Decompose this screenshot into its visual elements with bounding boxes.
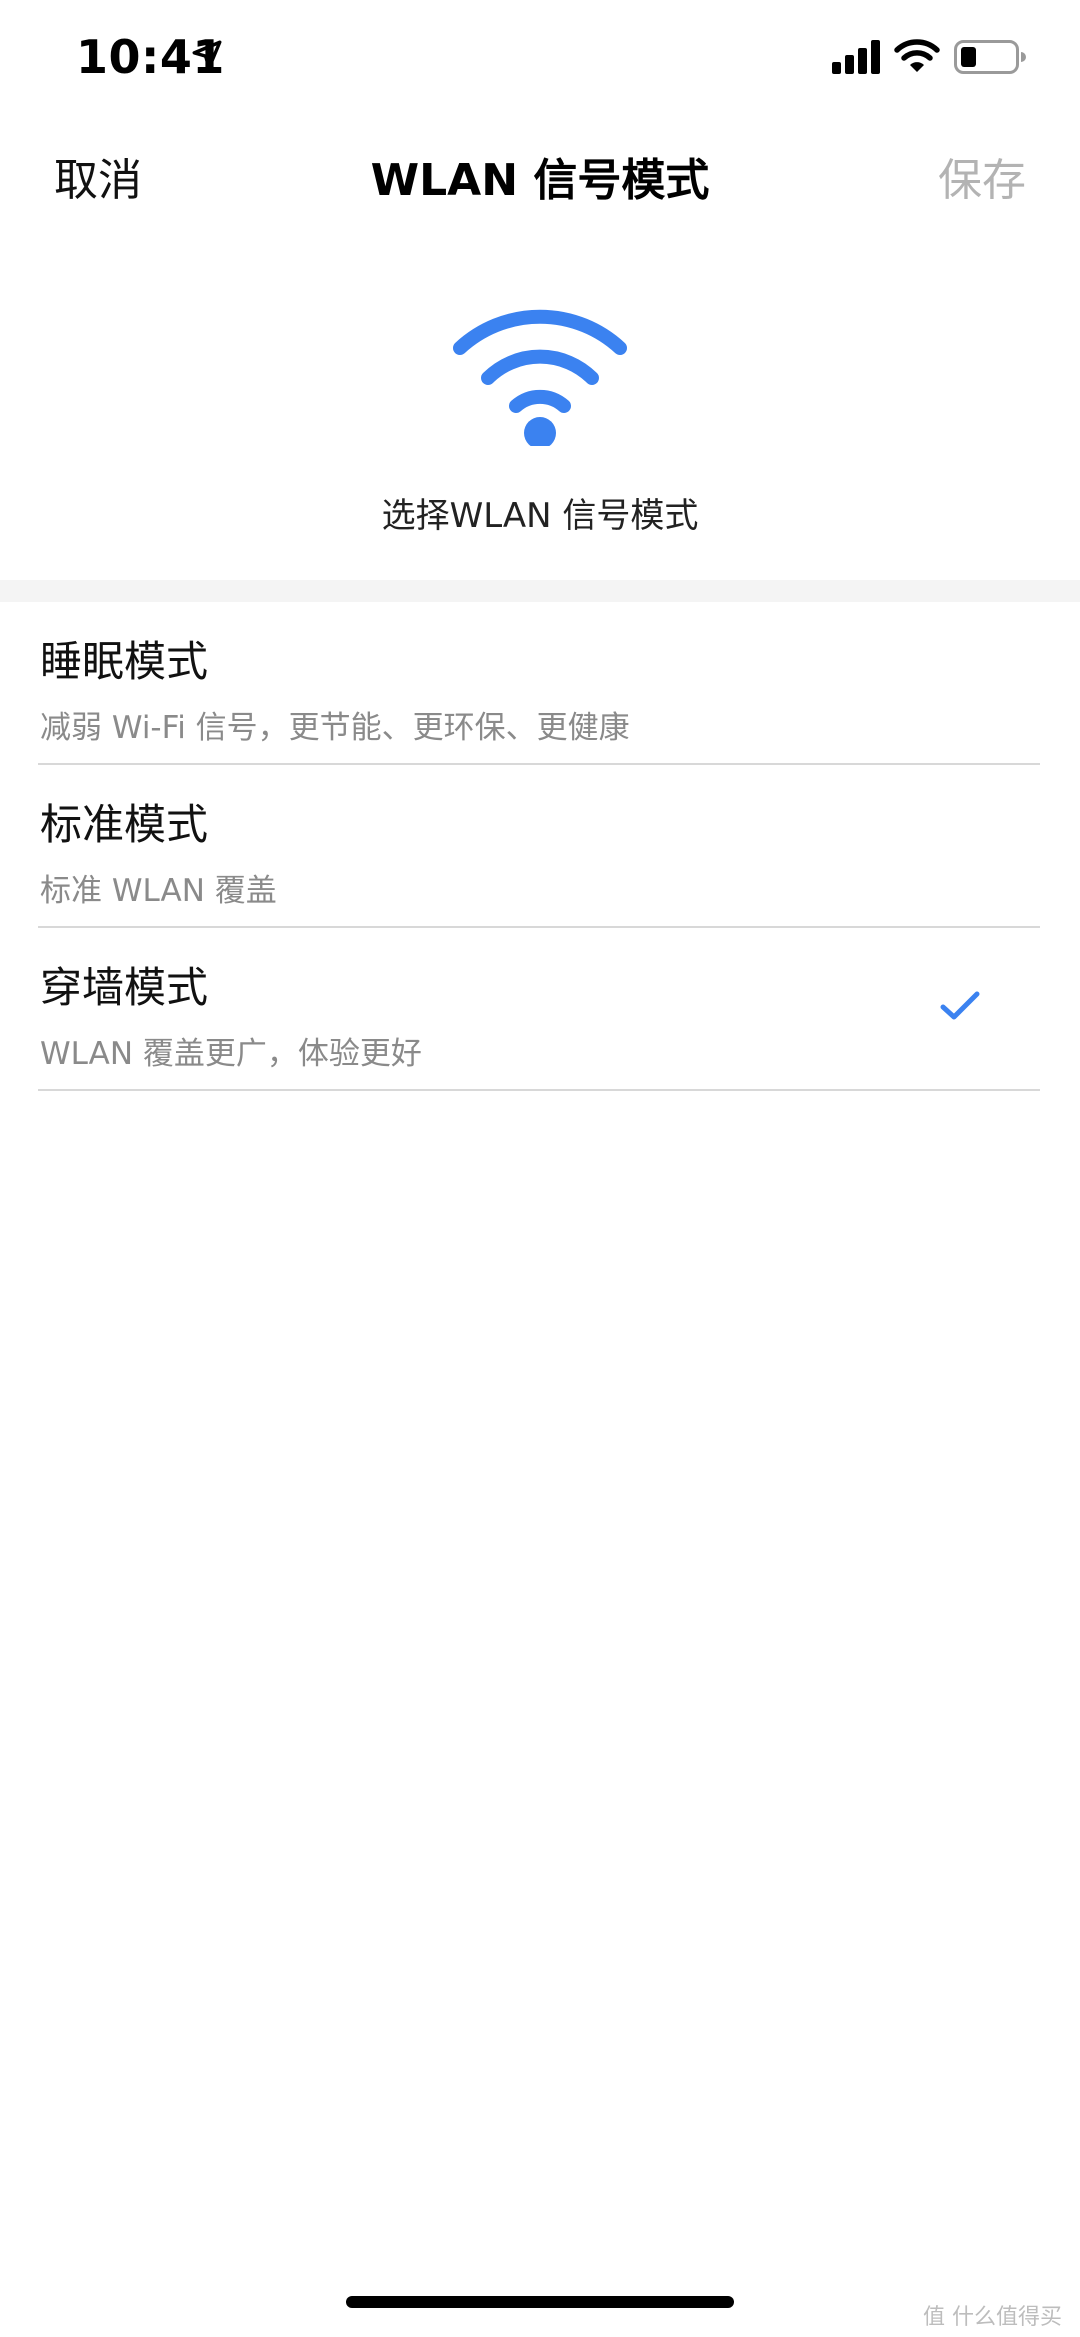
mode-title: 穿墙模式 (40, 963, 209, 1012)
hero-subtitle: 选择WLAN 信号模式 (381, 496, 699, 536)
navigation-bar: 取消 WLAN 信号模式 保存 (0, 120, 1080, 230)
mode-option-standard[interactable]: 标准模式 标准 WLAN 覆盖 (38, 765, 1040, 928)
watermark: 值 什么值得买 (923, 2305, 1062, 2330)
location-arrow-icon (192, 40, 222, 70)
wifi-icon (453, 309, 627, 446)
mode-option-sleep[interactable]: 睡眠模式 减弱 Wi-Fi 信号，更节能、更环保、更健康 (38, 602, 1040, 765)
wifi-icon (894, 39, 940, 72)
signal-mode-header: 选择WLAN 信号模式 (0, 230, 1080, 580)
page-title: WLAN 信号模式 (370, 155, 710, 206)
mode-option-wall-penetration[interactable]: 穿墙模式 WLAN 覆盖更广，体验更好 (38, 928, 1040, 1091)
mode-description: 标准 WLAN 覆盖 (40, 873, 277, 909)
mode-description: 减弱 Wi-Fi 信号，更节能、更环保、更健康 (40, 710, 630, 746)
checkmark-icon (940, 991, 980, 1020)
mode-title: 睡眠模式 (40, 637, 209, 686)
cellular-signal-icon (832, 40, 880, 74)
battery-icon (954, 40, 1026, 74)
mode-description: WLAN 覆盖更广，体验更好 (40, 1036, 422, 1072)
signal-mode-list: 睡眠模式 减弱 Wi-Fi 信号，更节能、更环保、更健康 标准模式 标准 WLA… (0, 602, 1080, 1091)
save-button[interactable]: 保存 (938, 144, 1026, 208)
home-indicator[interactable] (346, 2296, 734, 2308)
section-divider (0, 580, 1080, 602)
mode-title: 标准模式 (40, 800, 209, 849)
status-bar: 10:41 (0, 0, 1080, 120)
